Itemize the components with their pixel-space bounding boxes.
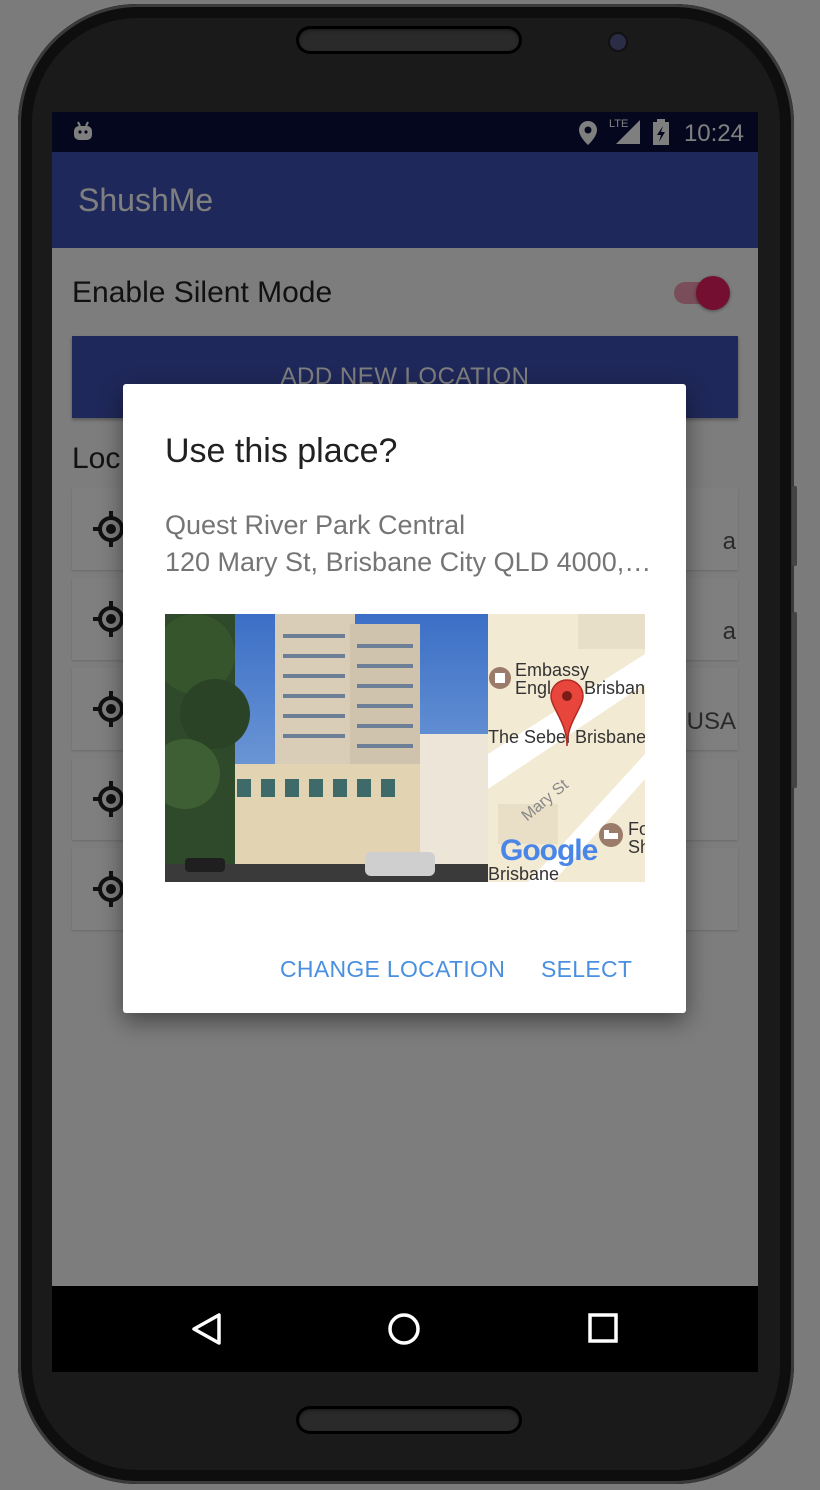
google-logo: Google [500, 834, 598, 867]
select-button[interactable]: SELECT [541, 956, 632, 983]
front-camera [610, 34, 626, 50]
place-address: 120 Mary St, Brisbane City QLD 4000,… [165, 547, 652, 577]
top-speaker [296, 26, 522, 54]
place-name: Quest River Park Central [165, 510, 466, 540]
back-icon[interactable] [190, 1312, 224, 1346]
map-marker-icon [550, 679, 584, 747]
bed-poi-icon [599, 823, 623, 847]
change-location-button[interactable]: CHANGE LOCATION [280, 956, 505, 983]
dialog-title: Use this place? [165, 432, 398, 470]
navigation-bar [52, 1286, 758, 1372]
place-map: Embassy Engl Brisban The Sebel Brisbane … [488, 614, 645, 882]
recents-icon[interactable] [587, 1312, 619, 1344]
place-photo [165, 614, 488, 882]
home-icon[interactable] [387, 1312, 421, 1346]
hotel-poi-icon [489, 667, 511, 689]
map-label: Engl [515, 678, 552, 698]
place-confirm-dialog: Use this place? Quest River Park Central… [123, 384, 686, 1013]
power-button [792, 612, 797, 788]
map-label: Brisban [584, 678, 645, 698]
volume-button [792, 486, 797, 566]
bottom-speaker [296, 1406, 522, 1434]
map-label: Sh [628, 837, 645, 857]
